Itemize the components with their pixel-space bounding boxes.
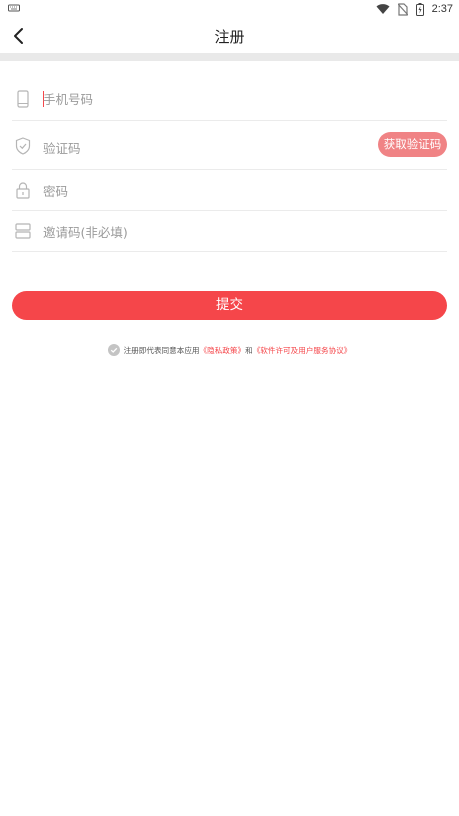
invite-row [12,211,447,252]
password-input[interactable] [43,180,343,202]
agreement-prefix: 注册即代表同意本应用 [123,345,200,355]
check-circle-icon[interactable] [107,344,120,356]
keyboard-icon [8,4,20,12]
phone-icon [17,90,29,108]
phone-row [12,78,447,121]
nav-bar: 注册 [0,18,459,53]
battery-icon [415,2,424,16]
agreement-line: 注册即代表同意本应用 《隐私政策》 和 《软件许可及用户服务协议》 [0,343,459,357]
code-row: 获取验证码 [12,121,447,170]
status-bar: 2:37 [0,0,459,18]
code-input[interactable] [43,137,343,159]
page-title: 注册 [214,28,245,46]
wifi-icon [376,4,390,14]
header-divider [0,53,459,61]
invite-input[interactable] [43,221,343,243]
shield-icon [15,137,31,155]
password-row [12,170,447,211]
submit-button[interactable]: 提交 [12,291,447,320]
phone-input[interactable] [43,88,343,110]
lock-icon [16,182,30,199]
get-code-button[interactable]: 获取验证码 [378,132,447,157]
no-sim-icon [397,2,408,16]
register-form: 获取验证码 [12,78,447,252]
status-time: 2:37 [431,3,453,15]
agreement-conjunction: 和 [245,345,253,355]
privacy-policy-link[interactable]: 《隐私政策》 [200,345,246,356]
ticket-icon [15,223,31,239]
terms-link[interactable]: 《软件许可及用户服务协议》 [253,345,352,356]
